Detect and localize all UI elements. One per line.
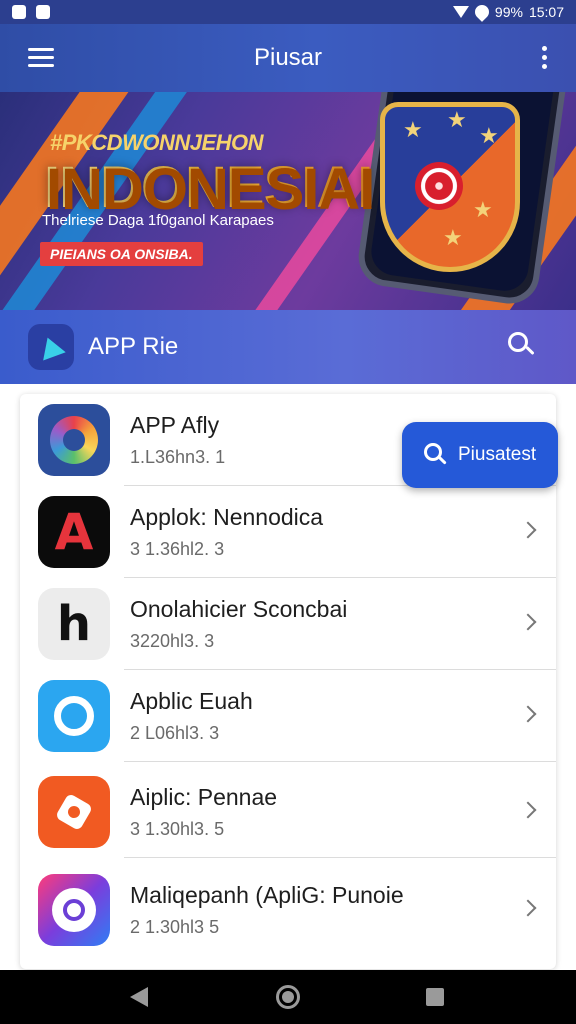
list-item[interactable]: Aiplic: Pennae 3 1.30hl3. 5 <box>20 766 556 858</box>
orange-hex-icon <box>38 776 110 848</box>
app-version: 2 1.30hl3 5 <box>130 917 220 937</box>
app-name: APP Afly <box>130 412 220 438</box>
app-name: Aiplic: Pennae <box>130 784 278 810</box>
app-bar: Piusar <box>0 24 576 92</box>
list-item[interactable]: A Applok: Nennodica 3 1.36hl2. 3 <box>20 486 556 578</box>
chevron-right-icon <box>519 801 537 819</box>
app-name: Applok: Nennodica <box>130 504 324 530</box>
signal-icon <box>452 6 469 18</box>
letter-a-icon: A <box>38 496 110 568</box>
more-options-icon[interactable] <box>542 46 548 70</box>
chevron-right-icon <box>519 705 537 723</box>
hamburger-menu-icon[interactable] <box>28 48 54 68</box>
section-title: APP Rie <box>88 333 179 360</box>
search-button-label: Piusatest <box>458 444 537 465</box>
list-item[interactable]: Apblic Euah 2 L06hl3. 3 <box>20 670 556 762</box>
status-indicators: 99% 15:07 <box>452 2 564 22</box>
app-name: Onolahicier Sconcbai <box>130 596 348 622</box>
banner-headline: INDONESIAI <box>44 155 373 220</box>
clock: 15:07 <box>528 4 564 20</box>
search-icon <box>424 443 448 467</box>
chevron-right-icon <box>519 521 537 539</box>
app-version: 2 L06hl3. 3 <box>130 723 220 743</box>
recents-icon[interactable] <box>426 988 444 1006</box>
shield-emblem-icon: ★ ★ ★ ★ ★ <box>380 102 520 272</box>
app-name: Apblic Euah <box>130 688 253 714</box>
app-version: 1.L36hn3. 1 <box>130 447 226 467</box>
banner-subheadline: #PKCDWONNJEHON <box>50 130 264 155</box>
app-version: 3 1.36hl2. 3 <box>130 539 225 559</box>
chevron-right-icon <box>519 613 537 631</box>
battery-percentage: 99% <box>494 4 523 20</box>
chevron-right-icon <box>519 899 537 917</box>
app-version: 3 1.30hl3. 5 <box>130 819 225 839</box>
search-button[interactable]: Piusatest <box>402 422 558 488</box>
letter-h-icon: h <box>38 588 110 660</box>
banner-tagline: Thelriese Daga 1f0ganol Karapaes <box>42 212 274 229</box>
home-icon[interactable] <box>276 985 300 1009</box>
blue-gear-icon <box>38 680 110 752</box>
search-icon[interactable] <box>508 332 536 360</box>
notification-icon <box>36 5 50 19</box>
system-nav-bar <box>0 970 576 1024</box>
wifi-icon <box>472 2 492 22</box>
app-logo-icon <box>28 324 74 370</box>
banner-pill: PIEIANS OA ONSIBA. <box>40 242 203 266</box>
app-version: 3220hl3. 3 <box>130 631 215 651</box>
rainbow-ring-icon <box>38 404 110 476</box>
list-item[interactable]: Maliqepanh (ApliG: Punoie 2 1.30hl3 5 <box>20 864 556 956</box>
list-item[interactable]: h Onolahicier Sconcbai 3220hl3. 3 <box>20 578 556 670</box>
app-title: Piusar <box>253 44 323 71</box>
promo-banner[interactable]: ★ ★ ★ ★ ★ #PKCDWONNJEHON INDONESIAI Thel… <box>0 92 576 310</box>
notification-icon <box>12 5 26 19</box>
status-bar: 99% 15:07 <box>0 0 576 24</box>
notification-icons <box>12 5 50 19</box>
back-icon[interactable] <box>130 987 148 1007</box>
section-header: APP Rie <box>0 310 576 384</box>
app-name: Maliqepanh (ApliG: Punoie <box>130 882 404 908</box>
gradient-target-icon <box>38 874 110 946</box>
